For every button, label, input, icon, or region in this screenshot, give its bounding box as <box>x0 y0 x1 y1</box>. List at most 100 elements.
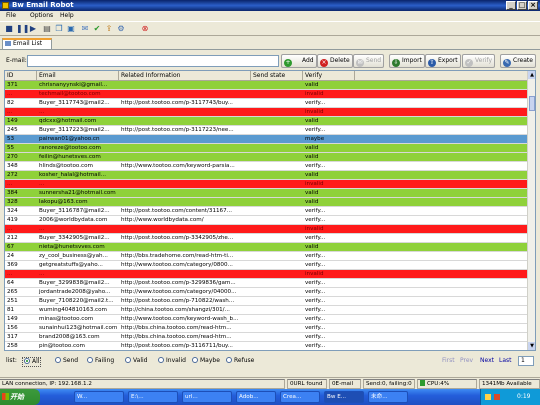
table-row[interactable]: 24 zy_cool_business@yah... http://bbs.trad… <box>5 252 529 261</box>
table-row[interactable]: 369 getgreatstuffs@yaho... http://www.toot… <box>5 261 529 270</box>
email-icon[interactable]: ✉ <box>80 24 90 34</box>
table-row[interactable]: 270 feilin@hunetsves.com valid <box>5 153 529 162</box>
table-row[interactable]: 64 Buyer_3299838@mail2... http://post.toot… <box>5 279 529 288</box>
table-row[interactable]: ...... invalid <box>5 270 529 279</box>
cell-id: 156 <box>7 325 18 331</box>
tray-icon[interactable] <box>485 394 491 400</box>
document-icon[interactable]: ▤ <box>42 24 52 34</box>
import-button[interactable]: ⇩ Import <box>389 54 425 68</box>
table-row[interactable]: 212 Buyer_3342905@mail2... http://post.too… <box>5 234 529 243</box>
first-page-link[interactable]: First <box>442 357 455 365</box>
paste-icon[interactable]: ▣ <box>66 24 76 34</box>
scroll-thumb[interactable] <box>529 96 535 111</box>
column-header-verify[interactable]: Verify <box>303 71 355 81</box>
table-row[interactable]: 245 Buyer_3117223@mail2... http://post.too… <box>5 126 529 135</box>
send-button[interactable]: ✉ Send <box>353 54 385 68</box>
filter-maybe-radio[interactable]: Maybe <box>192 357 220 365</box>
play-icon[interactable]: ▶ <box>28 24 38 34</box>
export-button[interactable]: ⇧ Export <box>425 54 461 68</box>
table-row[interactable]: 55 ranoreze@tootoo.com valid <box>5 144 529 153</box>
clock: 0:19 <box>517 393 531 400</box>
taskbar-item[interactable]: W... <box>74 391 124 403</box>
column-header-id[interactable]: ID <box>5 71 37 81</box>
cpu-label: CPU:4% <box>427 381 450 387</box>
table-row[interactable]: 53 pairwan01@yahoo.cn maybe <box>5 135 529 144</box>
close-button[interactable]: × <box>528 1 538 10</box>
check-icon[interactable]: ✔ <box>92 24 102 34</box>
column-header-info[interactable]: Related Information <box>119 71 251 81</box>
table-row[interactable]: 258 pin@tootoo.com http://post.tootoo.com/… <box>5 342 529 350</box>
cell-send-state <box>251 333 303 342</box>
cell-email: lakopu@163.com <box>39 199 88 205</box>
stop-icon[interactable]: ■ <box>4 24 14 34</box>
table-row[interactable]: 371 chrisnanyynski@gmail... valid <box>5 81 529 90</box>
table-row[interactable]: 82 Buyer_3117743@mail2... http://post.toot… <box>5 99 529 108</box>
table-row[interactable]: ...... invalid <box>5 180 529 189</box>
table-row[interactable]: 156 sunainhui123@hotmail.com http://bbs.ch… <box>5 324 529 333</box>
table-row[interactable]: ... techmail@tootoo.com invalid <box>5 90 529 99</box>
cell-send-state <box>251 207 303 216</box>
email-table[interactable]: ID Email Related Information Send state … <box>4 70 536 351</box>
table-row[interactable]: 317 brand2008@163.com http://bbs.china.too… <box>5 333 529 342</box>
filter-invalid-radio[interactable]: Invalid <box>158 357 186 365</box>
menu-file[interactable]: File <box>6 12 16 20</box>
vertical-scrollbar[interactable]: ▲ ▼ <box>527 71 535 350</box>
table-row[interactable]: ...... invalid <box>5 225 529 234</box>
delete-button[interactable]: × Delete <box>317 54 353 68</box>
cell-verify: verify... <box>305 343 326 349</box>
cell-id: 369 <box>7 262 18 268</box>
filter-all-radio[interactable]: All <box>22 357 42 367</box>
taskbar-item-active[interactable]: Bw E... <box>324 391 364 403</box>
scroll-down-icon[interactable]: ▼ <box>528 342 535 350</box>
close-icon[interactable]: ⊗ <box>140 24 150 34</box>
taskbar-item[interactable]: 未命... <box>368 391 408 403</box>
taskbar-item[interactable]: Adob... <box>236 391 276 403</box>
page-number-input[interactable]: 1 <box>518 356 534 366</box>
cell-info: http://www.worldbydata.com/ <box>121 217 204 223</box>
minimize-button[interactable]: _ <box>506 1 516 10</box>
table-row[interactable]: 348 hlinds@tootoo.com http://www.tootoo.co… <box>5 162 529 171</box>
taskbar-item[interactable]: Crea... <box>280 391 320 403</box>
last-page-link[interactable]: Last <box>499 357 512 365</box>
create-button[interactable]: ✎ Create <box>500 54 536 68</box>
table-row[interactable]: 384 sunnersha21@hotmail.com valid <box>5 189 529 198</box>
table-row[interactable]: 251 Buyer_7108220@mail2.t... http://post.t… <box>5 297 529 306</box>
table-row[interactable]: 272 kosher_halal@hotmail... valid <box>5 171 529 180</box>
table-row[interactable]: 149 minas@tootoo.com http://www.tootoo.com… <box>5 315 529 324</box>
table-row[interactable]: 67 nieta@hunetsvves.com valid <box>5 243 529 252</box>
taskbar-item[interactable]: E:\... <box>128 391 178 403</box>
column-header-send-state[interactable]: Send state <box>251 71 303 81</box>
export-icon[interactable]: ⇪ <box>104 24 114 34</box>
table-row[interactable]: 149 qdcxx@hotmail.com valid <box>5 117 529 126</box>
table-row[interactable]: 324 Buyer_3116787@mail2... http://post.too… <box>5 207 529 216</box>
title-bar[interactable]: Bw Email Robot _ □ × <box>0 0 540 11</box>
copy-icon[interactable]: ❐ <box>54 24 64 34</box>
filter-failing-radio[interactable]: Failing <box>87 357 114 365</box>
table-row[interactable]: 265 jordantrade2008@yaho... http://www.too… <box>5 288 529 297</box>
menu-options[interactable]: Options <box>30 12 53 20</box>
tray-icon[interactable] <box>494 394 500 400</box>
maximize-button[interactable]: □ <box>517 1 527 10</box>
tab-email-list[interactable]: Email List <box>2 38 52 49</box>
scroll-up-icon[interactable]: ▲ <box>528 71 535 79</box>
filter-refuse-radio[interactable]: Refuse <box>226 357 254 365</box>
filter-valid-radio[interactable]: Valid <box>125 357 147 365</box>
next-page-link[interactable]: Next <box>480 357 494 365</box>
settings-icon[interactable]: ⚙ <box>116 24 126 34</box>
table-row[interactable]: 328 lakopu@163.com valid <box>5 198 529 207</box>
start-button[interactable]: 开始 <box>0 389 40 405</box>
add-button[interactable]: + Add <box>281 54 317 68</box>
cell-info <box>119 198 251 207</box>
email-input[interactable] <box>27 55 279 67</box>
table-row[interactable]: 419 2006@worldbydata.com http://www.worldb… <box>5 216 529 225</box>
pause-icon[interactable]: ❚❚ <box>16 24 29 34</box>
filter-send-radio[interactable]: Send <box>55 357 78 365</box>
cell-email: zy_cool_business@yah... <box>39 253 108 259</box>
table-row[interactable]: 81 wuming404810163.com http://china.tootoo… <box>5 306 529 315</box>
menu-help[interactable]: Help <box>60 12 74 20</box>
column-header-email[interactable]: Email <box>37 71 119 81</box>
verify-button[interactable]: ✓ Verify <box>462 54 496 68</box>
taskbar-item[interactable]: url... <box>182 391 232 403</box>
prev-page-link[interactable]: Prev <box>460 357 473 365</box>
table-row[interactable]: ...... invalid <box>5 108 529 117</box>
